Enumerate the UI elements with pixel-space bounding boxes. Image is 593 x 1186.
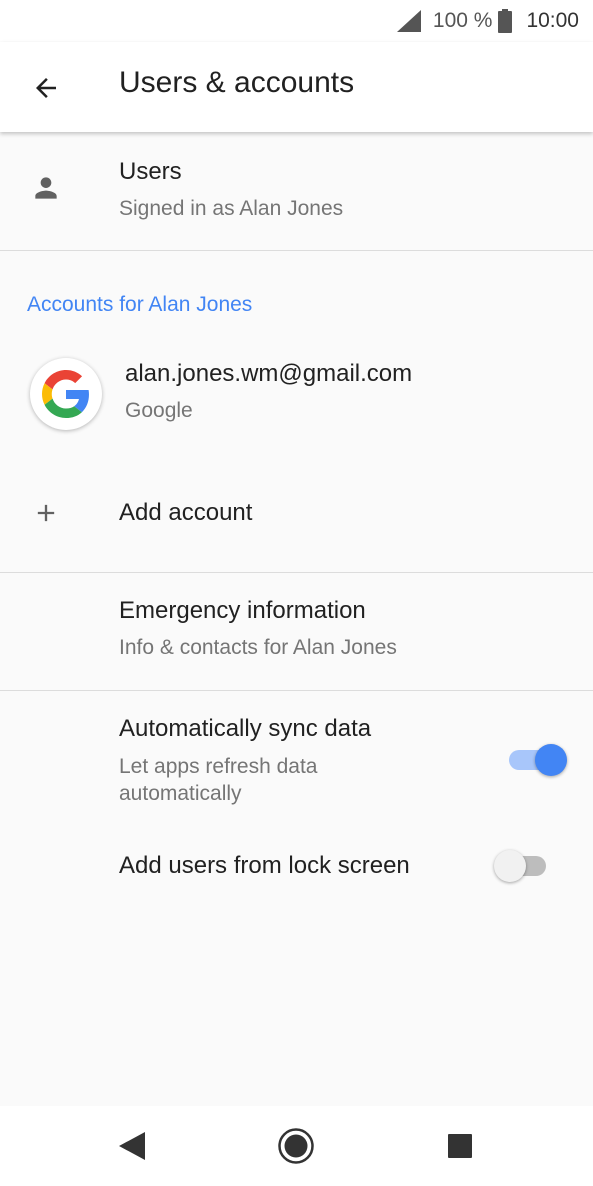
emergency-summary: Info & contacts for Alan Jones <box>119 636 397 659</box>
account-type: Google <box>125 399 193 422</box>
lock-screen-users-switch[interactable] <box>494 845 554 885</box>
battery-icon <box>498 9 513 33</box>
accounts-section-header: Accounts for Alan Jones <box>27 293 253 316</box>
nav-recents-button[interactable] <box>436 1122 484 1170</box>
add-account-row[interactable] <box>0 460 593 570</box>
battery-percent: 100 % <box>432 9 493 32</box>
divider <box>0 250 593 251</box>
users-row[interactable]: Users Signed in as Alan Jones <box>0 132 593 250</box>
home-circle-icon <box>278 1128 314 1164</box>
recents-square-icon <box>448 1134 472 1158</box>
add-account-label: Add account <box>119 499 253 526</box>
navigation-bar <box>0 1106 593 1186</box>
status-bar: 100 % 10:00 <box>0 0 593 42</box>
signal-icon <box>396 10 421 32</box>
emergency-info-row[interactable] <box>0 573 593 690</box>
page-title: Users & accounts <box>119 66 355 99</box>
back-button[interactable] <box>22 64 70 112</box>
switch-thumb <box>535 744 567 776</box>
emergency-title: Emergency information <box>119 597 366 624</box>
nav-home-button[interactable] <box>272 1122 320 1170</box>
clock: 10:00 <box>526 9 579 32</box>
switch-thumb <box>494 850 526 882</box>
account-email: alan.jones.wm@gmail.com <box>125 360 413 387</box>
person-icon <box>28 170 64 206</box>
auto-sync-title: Automatically sync data <box>119 715 372 742</box>
plus-icon <box>30 497 62 529</box>
users-summary: Signed in as Alan Jones <box>119 197 344 220</box>
arrow-back-icon <box>36 78 56 98</box>
users-title: Users <box>119 158 182 185</box>
auto-sync-switch[interactable] <box>505 739 567 779</box>
back-triangle-icon <box>119 1132 145 1160</box>
lock-screen-users-title: Add users from lock screen <box>119 852 410 879</box>
app-bar: Users & accounts <box>0 42 593 132</box>
auto-sync-summary: Let apps refresh data automatically <box>119 755 318 805</box>
google-icon <box>30 358 102 430</box>
nav-back-button[interactable] <box>108 1122 156 1170</box>
